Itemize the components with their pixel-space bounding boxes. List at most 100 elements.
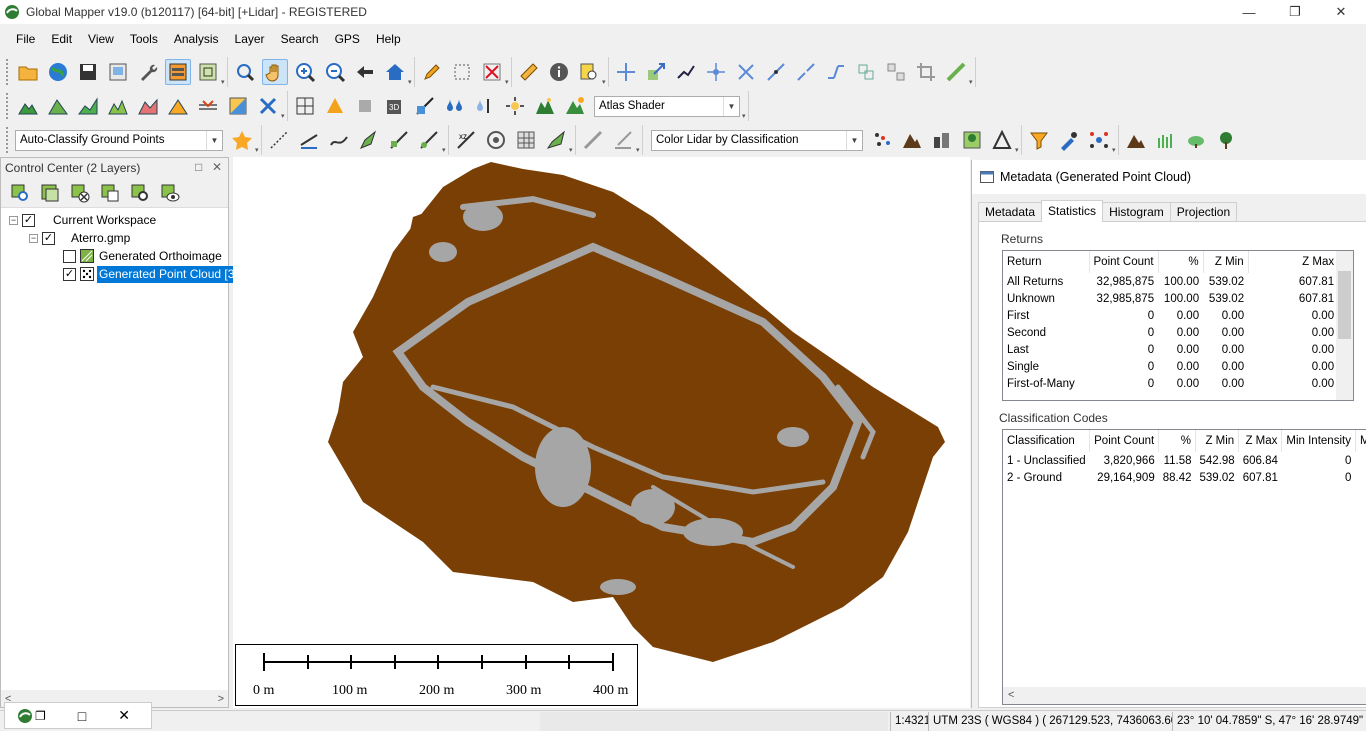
classification-hscrollbar[interactable]: < xyxy=(1003,687,1366,704)
split-line-icon[interactable] xyxy=(793,59,819,85)
tab-histogram[interactable]: Histogram xyxy=(1102,202,1171,222)
save-icon[interactable] xyxy=(75,59,101,85)
overview-map-icon[interactable] xyxy=(195,59,221,85)
lidar-path-icon[interactable] xyxy=(326,127,352,153)
move-vertex-icon[interactable] xyxy=(613,59,639,85)
toolbar-grip[interactable] xyxy=(6,93,10,119)
lidar-filter-icon[interactable] xyxy=(1026,127,1052,153)
find-icon[interactable] xyxy=(576,59,602,85)
menu-tools[interactable]: Tools xyxy=(122,28,166,50)
menu-search[interactable]: Search xyxy=(273,28,327,50)
crop-icon[interactable] xyxy=(913,59,939,85)
zoom-out-icon[interactable] xyxy=(322,59,348,85)
delete-icon[interactable] xyxy=(479,59,505,85)
menu-analysis[interactable]: Analysis xyxy=(166,28,227,50)
column-header[interactable]: Z Min xyxy=(1195,430,1240,452)
column-header[interactable]: Point Count xyxy=(1089,251,1159,273)
table-row[interactable]: 1 - Unclassified 3,820,966 11.58 542.98 606.… xyxy=(1003,452,1366,469)
peaks-icon[interactable] xyxy=(532,93,558,119)
table-row[interactable]: Last 0 0.00 0.00 0.00 xyxy=(1003,341,1338,358)
mountain-sun-icon[interactable] xyxy=(562,93,588,119)
toolbar-grip[interactable] xyxy=(6,59,10,85)
height-scale-icon[interactable] xyxy=(472,93,498,119)
orthoimage-checkbox[interactable] xyxy=(63,249,76,263)
collapse-icon[interactable]: − xyxy=(9,215,18,225)
move-icon[interactable] xyxy=(703,59,729,85)
contour-icon[interactable] xyxy=(45,93,71,119)
restore-button[interactable]: ❐ xyxy=(1272,0,1318,24)
auto-classify-select[interactable]: Auto-Classify Ground Points ▼ xyxy=(15,129,223,151)
layer-search-icon[interactable] xyxy=(127,180,153,206)
close-button[interactable]: ✕ xyxy=(1318,0,1364,24)
pencil-icon[interactable] xyxy=(419,59,445,85)
scroll-thumb[interactable] xyxy=(1338,271,1351,339)
home-icon[interactable] xyxy=(382,59,408,85)
fly-through-icon[interactable] xyxy=(322,93,348,119)
join-lines-icon[interactable] xyxy=(823,59,849,85)
3d-cube-icon[interactable] xyxy=(352,93,378,119)
toggle-lighting-icon[interactable] xyxy=(255,93,281,119)
resize-feature-icon[interactable] xyxy=(643,59,669,85)
lidar-low-veg-icon[interactable] xyxy=(1153,127,1179,153)
column-header[interactable]: Z Max xyxy=(1248,251,1338,273)
column-header[interactable]: % xyxy=(1158,430,1197,452)
layer-options-icon[interactable] xyxy=(37,180,63,206)
tab-projection[interactable]: Projection xyxy=(1169,202,1238,222)
edit-line-icon[interactable] xyxy=(673,59,699,85)
returns-vscrollbar[interactable] xyxy=(1336,251,1353,400)
control-center-restore-button[interactable]: □ xyxy=(195,160,202,174)
simplify-icon[interactable] xyxy=(883,59,909,85)
tree-node-file[interactable]: − ✓ Aterro.gmp xyxy=(29,229,130,247)
cut-fill-icon[interactable] xyxy=(135,93,161,119)
print-icon[interactable] xyxy=(105,59,131,85)
tab-statistics[interactable]: Statistics xyxy=(1041,200,1104,222)
column-header[interactable]: % xyxy=(1158,251,1204,273)
menu-view[interactable]: View xyxy=(80,28,122,50)
lidar-buildings-icon[interactable] xyxy=(416,127,442,153)
classification-list[interactable]: Classification Point Count % Z Min Z Max… xyxy=(1002,429,1366,705)
lidar-select-line-icon[interactable] xyxy=(580,127,606,153)
column-header[interactable]: Z Max xyxy=(1238,430,1283,452)
lidar-city-icon[interactable] xyxy=(929,127,955,153)
layer-zoom-icon[interactable] xyxy=(7,180,33,206)
control-center-icon[interactable] xyxy=(165,59,191,85)
back-arrow-icon[interactable] xyxy=(352,59,378,85)
tree-node-workspace[interactable]: − ✓ Current Workspace xyxy=(9,211,156,229)
toolbar-grip[interactable] xyxy=(6,127,10,153)
sun-settings-icon[interactable] xyxy=(502,93,528,119)
control-center-close-button[interactable]: ✕ xyxy=(212,160,222,174)
info-icon[interactable] xyxy=(546,59,572,85)
layer-close-icon[interactable] xyxy=(67,180,93,206)
scroll-right-arrow-icon[interactable]: > xyxy=(218,693,224,705)
lidar-triangle-icon[interactable] xyxy=(989,127,1015,153)
mini-close-button[interactable]: ✕ xyxy=(118,707,130,724)
lidar-area-icon[interactable] xyxy=(356,127,382,153)
water-level-icon[interactable] xyxy=(442,93,468,119)
table-row[interactable]: Unknown 32,985,875 100.00 539.02 607.81 xyxy=(1003,290,1338,307)
globe-icon[interactable] xyxy=(45,59,71,85)
lidar-mountain-icon[interactable] xyxy=(899,127,925,153)
scroll-left-arrow-icon[interactable]: < xyxy=(1008,689,1014,701)
lidar-breakline-icon[interactable] xyxy=(386,127,412,153)
3d-box-icon[interactable]: 3D xyxy=(382,93,408,119)
collapse-icon[interactable]: − xyxy=(29,233,38,243)
workspace-checkbox[interactable]: ✓ xyxy=(22,213,35,227)
open-folder-icon[interactable] xyxy=(15,59,41,85)
slope-icon[interactable] xyxy=(412,93,438,119)
lidar-grid-icon[interactable] xyxy=(513,127,539,153)
column-header[interactable]: Classification xyxy=(1003,430,1091,452)
measure-line-icon[interactable] xyxy=(943,59,969,85)
pan-hand-icon[interactable] xyxy=(262,59,288,85)
terrain-icon[interactable] xyxy=(15,93,41,119)
tab-metadata[interactable]: Metadata xyxy=(978,202,1043,222)
menu-layer[interactable]: Layer xyxy=(227,28,273,50)
minimize-button[interactable]: — xyxy=(1226,0,1272,24)
volume-icon[interactable] xyxy=(165,93,191,119)
table-row[interactable]: First 0 0.00 0.00 0.00 xyxy=(1003,307,1338,324)
shader-icon[interactable] xyxy=(225,93,251,119)
delete-vertex-icon[interactable] xyxy=(733,59,759,85)
table-row[interactable]: All Returns 32,985,875 100.00 539.02 607.81 xyxy=(1003,273,1338,290)
lidar-select-area-icon[interactable] xyxy=(610,127,636,153)
tree-node-orthoimage[interactable]: Generated Orthoimage xyxy=(63,247,222,265)
star-icon[interactable] xyxy=(229,127,255,153)
